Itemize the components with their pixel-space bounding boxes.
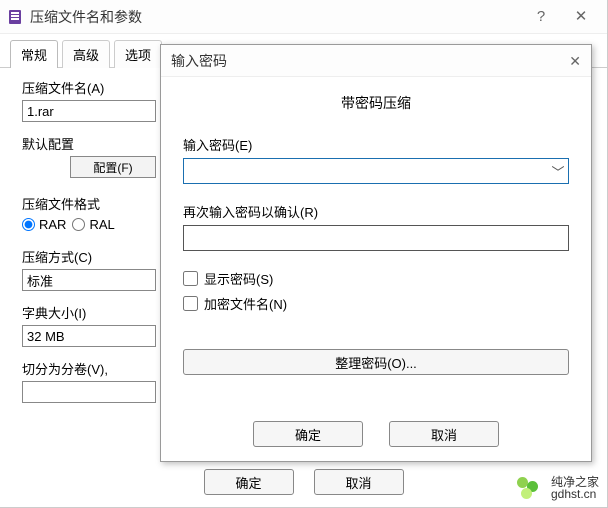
checkbox-group: 显示密码(S) 加密文件名(N) xyxy=(183,269,569,313)
modal-heading: 带密码压缩 xyxy=(161,77,591,135)
modal-body: 输入密码(E) ﹀ 再次输入密码以确认(R) 显示密码(S) 加密文件名(N) … xyxy=(161,135,591,375)
confirm-label: 再次输入密码以确认(R) xyxy=(183,202,569,221)
main-cancel-button[interactable]: 取消 xyxy=(314,469,404,495)
radio-rar-input[interactable] xyxy=(22,218,35,231)
dict-select[interactable] xyxy=(22,325,156,347)
app-icon xyxy=(6,8,24,26)
main-title-text: 压缩文件名和参数 xyxy=(30,0,521,34)
main-titlebar: 压缩文件名和参数 ? ✕ xyxy=(0,0,607,34)
password-combo[interactable]: ﹀ xyxy=(183,158,569,184)
radio-rar[interactable]: RAR xyxy=(22,217,66,232)
watermark: 纯净之家 gdhst.cn xyxy=(517,476,599,501)
encrypt-names-option[interactable]: 加密文件名(N) xyxy=(183,294,569,313)
show-password-option[interactable]: 显示密码(S) xyxy=(183,269,569,288)
watermark-text: 纯净之家 gdhst.cn xyxy=(551,476,599,501)
help-button[interactable]: ? xyxy=(521,0,561,34)
method-select[interactable] xyxy=(22,269,156,291)
modal-title-text: 输入密码 xyxy=(171,45,569,77)
split-input[interactable] xyxy=(22,381,156,403)
close-button-modal[interactable]: ✕ xyxy=(569,45,581,77)
radio-ral-input[interactable] xyxy=(72,218,85,231)
modal-button-row: 确定 取消 xyxy=(161,421,591,447)
password-dialog: 输入密码 ✕ 带密码压缩 输入密码(E) ﹀ 再次输入密码以确认(R) 显示密码… xyxy=(160,44,592,462)
confirm-input[interactable] xyxy=(183,225,569,251)
tab-options[interactable]: 选项 xyxy=(114,40,162,68)
close-button-main[interactable]: ✕ xyxy=(561,0,601,34)
watermark-logo xyxy=(517,477,545,499)
password-label: 输入密码(E) xyxy=(183,135,569,154)
password-input[interactable] xyxy=(184,159,548,183)
encrypt-names-checkbox[interactable] xyxy=(183,296,198,311)
radio-ral[interactable]: RAL xyxy=(72,217,114,232)
tab-general[interactable]: 常规 xyxy=(10,40,58,68)
tab-advanced[interactable]: 高级 xyxy=(62,40,110,68)
main-ok-button[interactable]: 确定 xyxy=(204,469,294,495)
main-button-row: 确定 取消 xyxy=(0,469,607,495)
confirm-field: 再次输入密码以确认(R) xyxy=(183,202,569,251)
organize-passwords-button[interactable]: 整理密码(O)... xyxy=(183,349,569,375)
config-button[interactable]: 配置(F) xyxy=(70,156,156,178)
modal-cancel-button[interactable]: 取消 xyxy=(389,421,499,447)
show-password-checkbox[interactable] xyxy=(183,271,198,286)
modal-titlebar: 输入密码 ✕ xyxy=(161,45,591,77)
password-field: 输入密码(E) ﹀ xyxy=(183,135,569,184)
chevron-down-icon[interactable]: ﹀ xyxy=(548,159,568,183)
file-name-input[interactable] xyxy=(22,100,156,122)
modal-ok-button[interactable]: 确定 xyxy=(253,421,363,447)
